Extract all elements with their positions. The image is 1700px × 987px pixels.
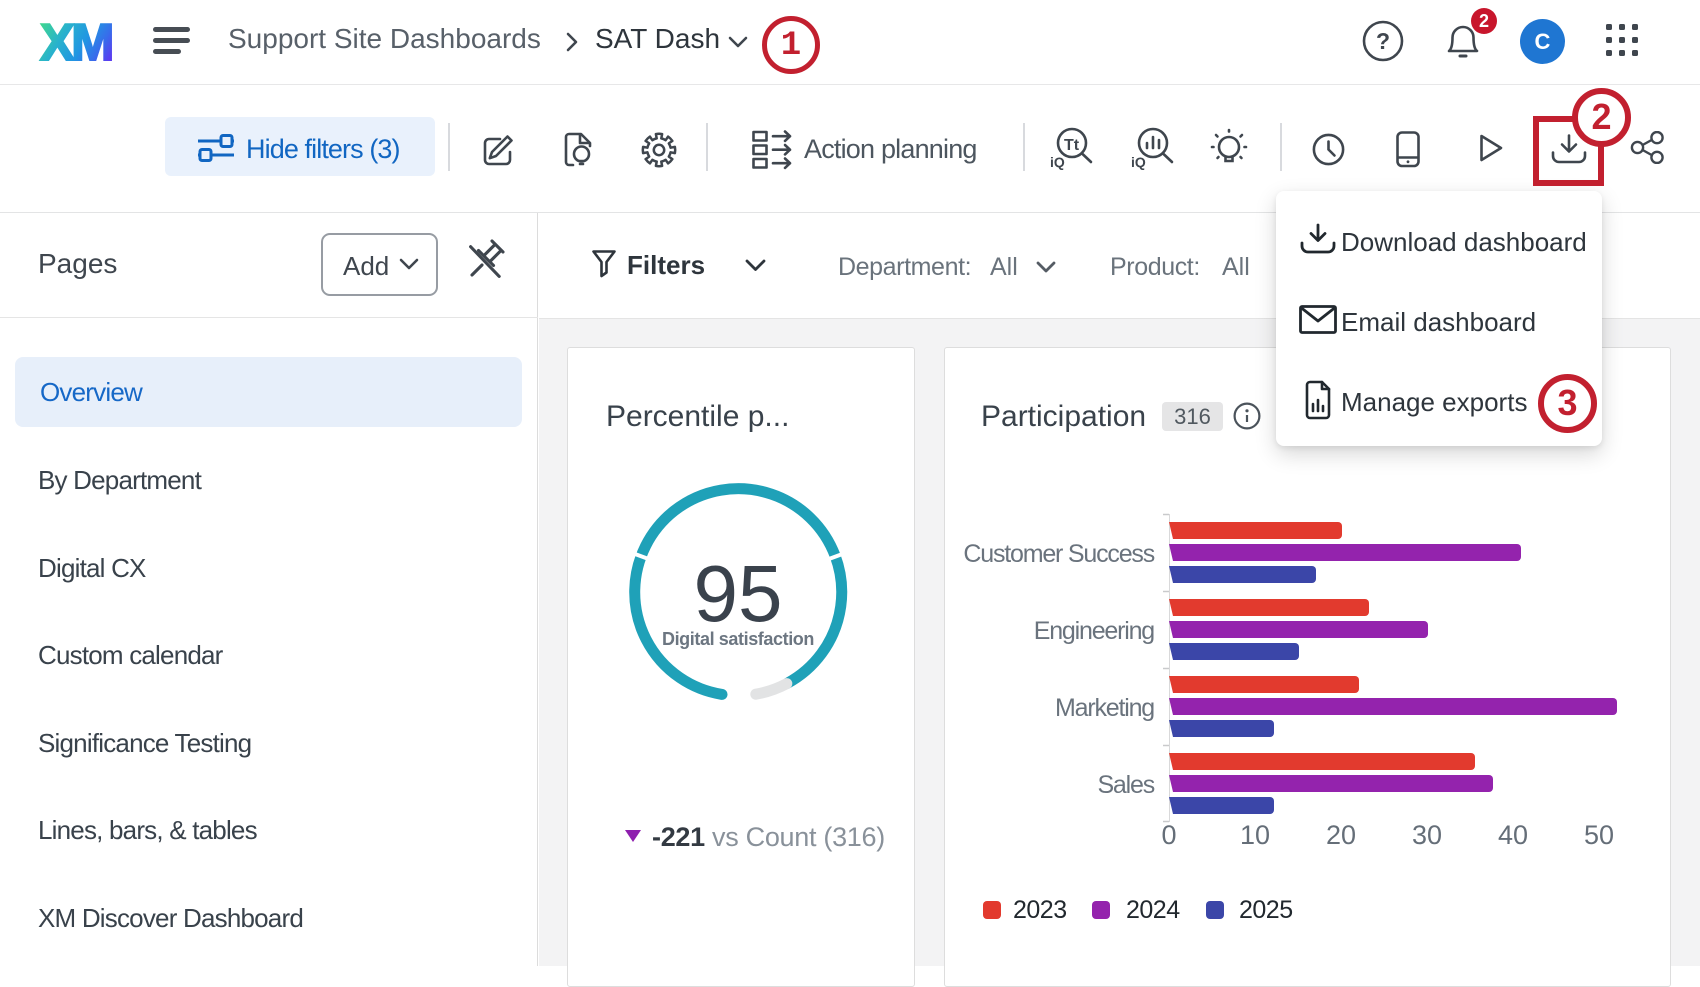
svg-text:10: 10	[1240, 820, 1270, 850]
svg-text:50: 50	[1584, 820, 1614, 850]
svg-text:Customer Success: Customer Success	[963, 540, 1154, 568]
svg-text:Tt: Tt	[1064, 137, 1080, 154]
svg-text:iQ: iQ	[1131, 154, 1146, 170]
svg-text:Marketing: Marketing	[1055, 694, 1154, 722]
svg-text:iQ: iQ	[1050, 154, 1065, 170]
svg-text:30: 30	[1412, 820, 1442, 850]
svg-text:Sales: Sales	[1097, 771, 1154, 799]
svg-text:20: 20	[1326, 820, 1356, 850]
svg-text:0: 0	[1161, 820, 1176, 850]
svg-text:Engineering: Engineering	[1034, 617, 1155, 645]
svg-text:XM: XM	[40, 18, 111, 66]
svg-text:40: 40	[1498, 820, 1528, 850]
svg-text:?: ?	[1376, 28, 1390, 54]
